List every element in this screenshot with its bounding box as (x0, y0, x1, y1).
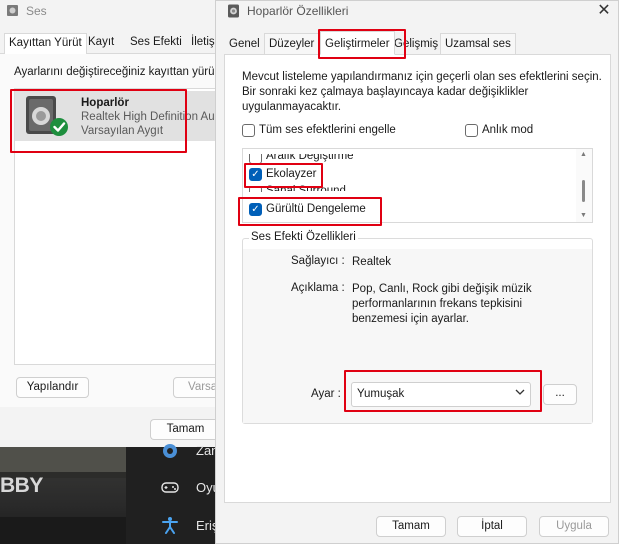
setting-label: Ayar : (311, 388, 341, 400)
cancel-button[interactable]: İptal (457, 516, 527, 537)
scroll-up-icon[interactable]: ▲ (580, 151, 587, 158)
device-default-label: Varsayılan Aygıt (81, 125, 164, 137)
tab-spatial-sound[interactable]: Uzamsal ses (440, 33, 516, 55)
configure-button[interactable]: Yapılandır (16, 377, 89, 398)
ses-ok-button[interactable]: Tamam (150, 419, 220, 440)
effect-noise-suppression-checkbox[interactable]: ✓ (249, 203, 262, 216)
ok-button[interactable]: Tamam (376, 516, 446, 537)
tab-levels[interactable]: Düzeyler (264, 33, 320, 55)
description-value: Pop, Canlı, Rock gibi değişik müzik perf… (352, 283, 532, 325)
speaker-icon (228, 4, 239, 18)
enhancements-description: Mevcut listeleme yapılandırmanız için ge… (242, 71, 602, 113)
instant-mode-checkbox[interactable] (465, 124, 478, 137)
scroll-down-icon[interactable]: ▼ (580, 212, 587, 219)
dialog-title: Hoparlör Özellikleri (247, 4, 349, 18)
background-photo-text: BBY (0, 474, 43, 497)
setting-dropdown-value: Yumuşak (357, 388, 405, 400)
effect-equalizer-label: Ekolayzer (266, 168, 317, 180)
disable-all-effects-checkbox[interactable] (242, 124, 255, 137)
effect-properties-title: Ses Efekti Özellikleri (249, 231, 358, 243)
tab-playback[interactable]: Kayıttan Yürüt (4, 33, 87, 55)
setting-more-button[interactable]: ... (543, 384, 577, 405)
description-label: Açıklama : (291, 282, 345, 294)
checkmark-icon: ✓ (251, 169, 260, 180)
tab-enhancements[interactable]: Geliştirmeler (320, 31, 395, 55)
ses-instruction: Ayarlarını değiştireceğiniz kayıttan yür… (14, 66, 215, 78)
accessibility-icon (162, 517, 178, 534)
instant-mode-label: Anlık mod (482, 124, 534, 136)
device-name: Hoparlör (81, 97, 129, 109)
effect-noise-suppression-label: Gürültü Dengeleme (266, 203, 366, 215)
speaker-device-icon (26, 96, 68, 136)
device-description: Realtek High Definition Au (81, 111, 215, 123)
ses-tabs: Kayıttan Yürüt Kayıt Ses Efekti İletişi (0, 33, 222, 55)
effect-equalizer-checkbox[interactable]: ✓ (249, 168, 262, 181)
provider-label: Sağlayıcı : (291, 255, 345, 267)
ses-title: Ses (26, 4, 47, 18)
speaker-icon (7, 5, 18, 16)
checkmark-icon: ✓ (251, 204, 260, 215)
ses-titlebar: Ses (0, 0, 222, 22)
tab-advanced[interactable]: Gelişmiş (389, 33, 443, 55)
tab-recording[interactable]: Kayıt (84, 33, 118, 54)
tab-general[interactable]: Genel (224, 33, 265, 55)
provider-value: Realtek (352, 256, 391, 268)
tab-sound-effects[interactable]: Ses Efekti (126, 33, 186, 54)
apply-button[interactable]: Uygula (539, 516, 609, 537)
gamepad-icon (161, 482, 179, 493)
close-icon[interactable]: ✕ (594, 1, 614, 21)
zoom-icon (163, 444, 177, 458)
chevron-down-icon (515, 389, 525, 395)
scroll-thumb[interactable] (582, 180, 585, 202)
disable-all-effects-label: Tüm ses efektlerini engelle (259, 124, 396, 136)
